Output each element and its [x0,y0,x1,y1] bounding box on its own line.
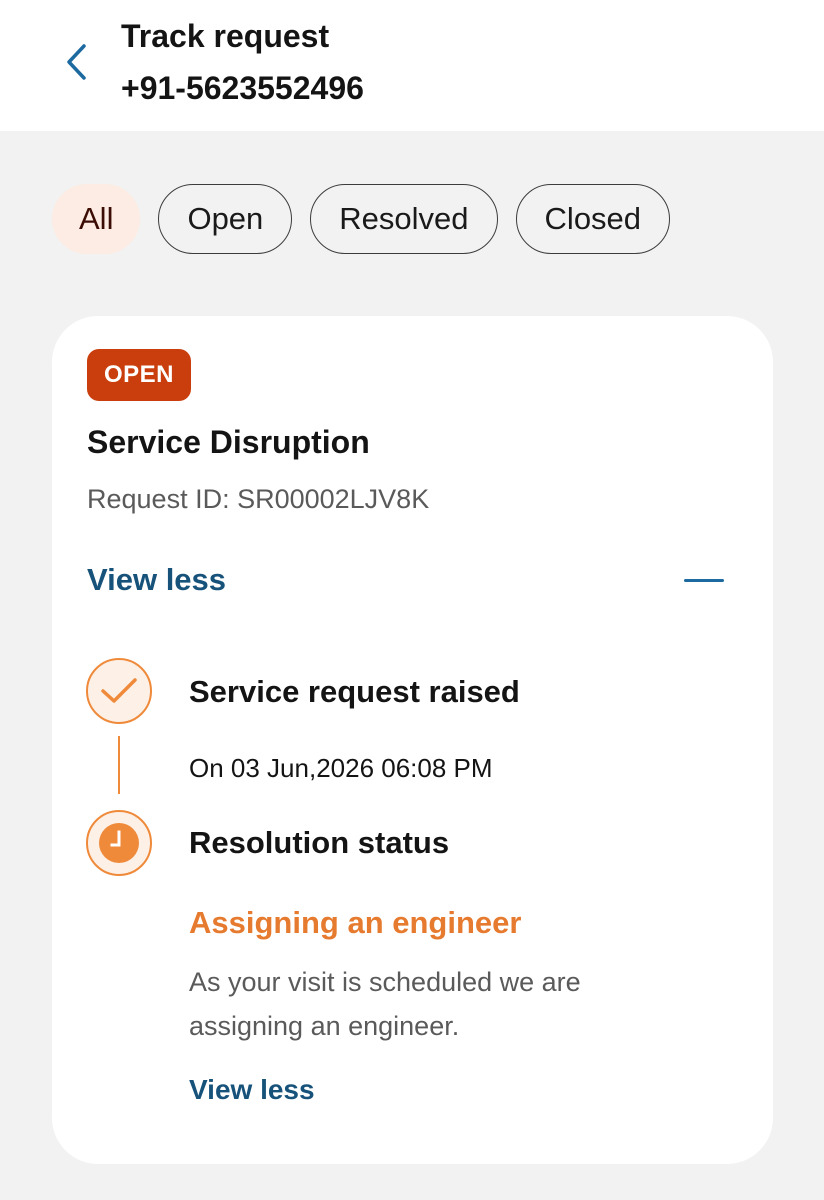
request-id: Request ID: SR00002LJV8K [87,484,430,514]
request-title: Service Disruption [87,424,370,460]
timeline-step-resolution [86,810,152,876]
header: Track request +91-5623552496 [0,0,824,131]
clock-icon [99,823,139,863]
filter-closed[interactable]: Closed [515,184,671,254]
resolution-view-less-link[interactable]: View less [189,1072,315,1108]
step-title-raised: Service request raised [189,674,520,709]
phone-number: +91-5623552496 [121,70,364,106]
timeline-step-raised [86,658,152,724]
view-less-link[interactable]: View less [87,560,226,600]
resolution-description: As your visit is scheduled we are assign… [189,967,581,1041]
step-title-resolution: Resolution status [189,825,450,860]
step-date-raised: On 03 Jun,2026 06:08 PM [189,753,493,783]
filter-open[interactable]: Open [158,184,293,254]
filter-resolved[interactable]: Resolved [310,184,498,254]
resolution-headline: Assigning an engineer [189,905,522,940]
back-button[interactable] [52,36,100,88]
page-title: Track request [121,18,330,54]
chevron-left-icon [67,44,86,80]
collapse-button[interactable] [680,564,728,596]
request-card: OPEN Service Disruption Request ID: SR00… [52,316,773,1164]
timeline-connector [118,736,120,794]
minus-icon [684,578,724,582]
filter-all[interactable]: All [52,184,141,254]
check-icon [101,678,137,703]
status-badge: OPEN [87,349,192,401]
filter-chips: All Open Resolved Closed [52,184,671,254]
